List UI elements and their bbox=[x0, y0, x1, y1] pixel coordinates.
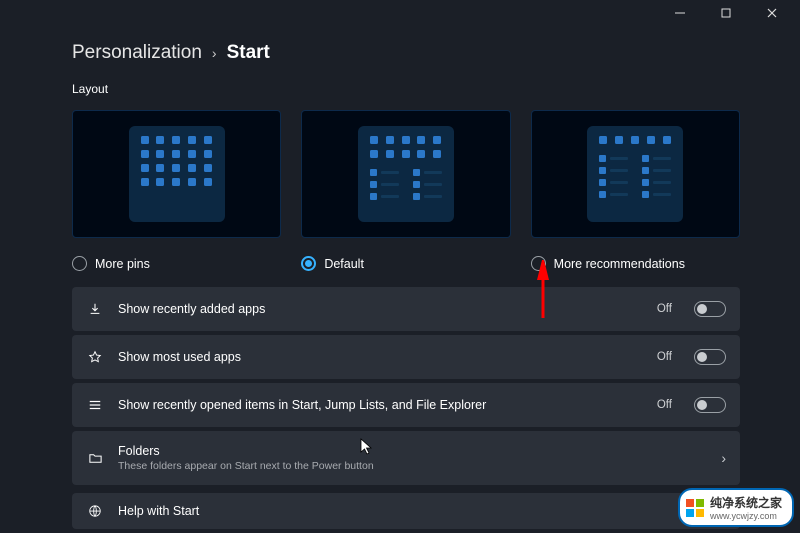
toggle-switch[interactable] bbox=[694, 301, 726, 317]
folder-icon bbox=[86, 451, 104, 466]
radio-icon bbox=[531, 256, 546, 271]
window-controls bbox=[652, 0, 800, 26]
row-label: Show most used apps bbox=[118, 350, 241, 364]
layout-card-default[interactable] bbox=[301, 110, 510, 238]
breadcrumb-current: Start bbox=[227, 42, 270, 64]
row-label: Folders bbox=[118, 444, 374, 458]
row-most-used[interactable]: Show most used apps Off bbox=[72, 335, 740, 379]
star-icon bbox=[86, 350, 104, 364]
close-button[interactable] bbox=[758, 0, 786, 26]
watermark-url: www.ycwjzy.com bbox=[710, 511, 782, 521]
radio-icon bbox=[301, 256, 316, 271]
list-icon bbox=[86, 398, 104, 412]
radio-label: More recommendations bbox=[554, 257, 685, 271]
row-folders[interactable]: Folders These folders appear on Start ne… bbox=[72, 431, 740, 485]
radio-more-recs[interactable]: More recommendations bbox=[531, 256, 740, 271]
radio-label: Default bbox=[324, 257, 364, 271]
chevron-right-icon: › bbox=[721, 450, 726, 466]
row-sublabel: These folders appear on Start next to th… bbox=[118, 460, 374, 472]
layout-card-more-pins[interactable] bbox=[72, 110, 281, 238]
layout-options bbox=[72, 110, 740, 238]
toggle-state: Off bbox=[657, 303, 672, 315]
windows-logo-icon bbox=[686, 499, 704, 517]
maximize-button[interactable] bbox=[712, 0, 740, 26]
download-icon bbox=[86, 302, 104, 316]
watermark-title: 纯净系统之家 bbox=[710, 494, 782, 511]
row-recent-items[interactable]: Show recently opened items in Start, Jum… bbox=[72, 383, 740, 427]
row-label: Help with Start bbox=[118, 504, 199, 518]
toggle-switch[interactable] bbox=[694, 349, 726, 365]
radio-more-pins[interactable]: More pins bbox=[72, 256, 281, 271]
row-help[interactable]: Help with Start bbox=[72, 493, 740, 529]
layout-card-more-recs[interactable] bbox=[531, 110, 740, 238]
row-recently-added[interactable]: Show recently added apps Off bbox=[72, 287, 740, 331]
globe-icon bbox=[86, 504, 104, 518]
radio-default[interactable]: Default bbox=[301, 256, 510, 271]
chevron-right-icon: › bbox=[212, 45, 217, 61]
radio-icon bbox=[72, 256, 87, 271]
minimize-button[interactable] bbox=[666, 0, 694, 26]
layout-radio-group: More pins Default More recommendations bbox=[72, 256, 740, 271]
radio-label: More pins bbox=[95, 257, 150, 271]
watermark: 纯净系统之家 www.ycwjzy.com bbox=[678, 488, 794, 527]
row-label: Show recently opened items in Start, Jum… bbox=[118, 398, 486, 412]
section-label-layout: Layout bbox=[72, 82, 740, 96]
toggle-switch[interactable] bbox=[694, 397, 726, 413]
breadcrumb: Personalization › Start bbox=[72, 42, 740, 64]
toggle-state: Off bbox=[657, 351, 672, 363]
breadcrumb-parent[interactable]: Personalization bbox=[72, 42, 202, 64]
row-label: Show recently added apps bbox=[118, 302, 265, 316]
toggle-state: Off bbox=[657, 399, 672, 411]
